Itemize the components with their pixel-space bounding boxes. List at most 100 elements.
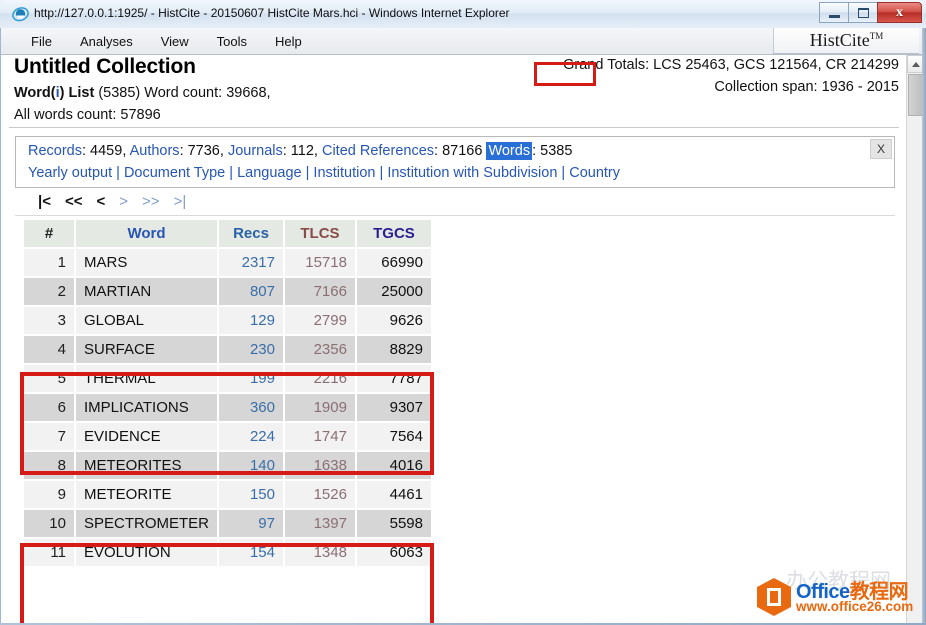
table-row[interactable]: 3 GLOBAL 129 2799 9626	[24, 307, 431, 334]
stat-records-link[interactable]: Records	[28, 143, 82, 159]
menu-bar: File Analyses View Tools Help HistCiteTM	[1, 28, 925, 55]
cell-tlcs: 1909	[284, 394, 355, 421]
stat-records-value: : 4459,	[82, 143, 130, 159]
word-list-prefix: Word(	[14, 85, 56, 101]
maximize-button[interactable]	[848, 2, 877, 23]
word-list-table: # Word Recs TLCS TGCS 1 MARS 2317 15718 6699…	[22, 218, 433, 568]
table-row[interactable]: 11 EVOLUTION 154 1348 6063	[24, 539, 431, 566]
link-institution-with-subdivision[interactable]: Institution with Subdivision	[387, 165, 557, 181]
cell-recs: 807	[219, 278, 283, 305]
cell-word[interactable]: GLOBAL	[75, 307, 217, 334]
grand-totals: Grand Totals: LCS 25463, GCS 121564, CR …	[563, 57, 899, 73]
histcite-brand-text: HistCiteTM	[810, 30, 884, 51]
stat-journals-value: : 112,	[282, 143, 322, 159]
sep-3: |	[301, 165, 314, 181]
cell-recs: 150	[219, 481, 283, 508]
word-list-table-container: # Word Recs TLCS TGCS 1 MARS 2317 15718 6699…	[22, 218, 433, 568]
page-title: Untitled Collection	[14, 55, 196, 78]
cell-index: 2	[24, 278, 74, 305]
menu-help[interactable]: Help	[261, 31, 316, 52]
column-header-tlcs[interactable]: TLCS	[284, 220, 355, 247]
stat-authors-link[interactable]: Authors	[130, 143, 180, 159]
column-header-index[interactable]: #	[24, 220, 74, 247]
cell-word[interactable]: METEORITES	[75, 452, 217, 479]
collection-span: Collection span: 1936 - 2015	[714, 79, 899, 95]
stat-journals-link[interactable]: Journals	[228, 143, 283, 159]
table-row[interactable]: 2 MARTIAN 807 7166 25000	[24, 278, 431, 305]
cell-tlcs: 1638	[284, 452, 355, 479]
table-row[interactable]: 5 THERMAL 199 2216 7787	[24, 365, 431, 392]
cell-word[interactable]: IMPLICATIONS	[75, 394, 217, 421]
table-body: 1 MARS 2317 15718 66990 2 MARTIAN 807 7166 25000 3…	[24, 249, 431, 566]
link-document-type[interactable]: Document Type	[124, 165, 225, 181]
cell-word[interactable]: MARTIAN	[75, 278, 217, 305]
word-list-line: Word(i) List (5385) Word count: 39668,	[14, 85, 271, 101]
pager-first-button[interactable]: |<	[31, 193, 58, 210]
cell-recs: 97	[219, 510, 283, 537]
annotation-box-words-stat	[534, 62, 596, 86]
watermark-url: www.office26.com	[796, 599, 914, 614]
cell-index: 4	[24, 336, 74, 363]
pager-next-button[interactable]: >	[112, 193, 135, 210]
menu-analyses[interactable]: Analyses	[66, 31, 147, 52]
column-header-tgcs[interactable]: TGCS	[356, 220, 431, 247]
cell-word[interactable]: EVIDENCE	[75, 423, 217, 450]
cell-word[interactable]: METEORITE	[75, 481, 217, 508]
column-header-recs[interactable]: Recs	[219, 220, 283, 247]
cell-index: 1	[24, 249, 74, 276]
histcite-trademark: TM	[869, 31, 884, 41]
stat-words-link[interactable]: Words	[486, 142, 533, 160]
watermark: 办公教程网 Office教程网 www.office26.com	[750, 569, 920, 621]
cell-word[interactable]: SURFACE	[75, 336, 217, 363]
link-language[interactable]: Language	[237, 165, 302, 181]
window-right-edge	[922, 28, 926, 625]
cell-word[interactable]: THERMAL	[75, 365, 217, 392]
table-head: # Word Recs TLCS TGCS	[24, 220, 431, 247]
cell-recs: 154	[219, 539, 283, 566]
pager-prev-button[interactable]: <	[90, 193, 113, 210]
close-window-button[interactable]: x	[877, 2, 922, 23]
sep-5: |	[557, 165, 570, 181]
table-row[interactable]: 10 SPECTROMETER 97 1397 5598	[24, 510, 431, 537]
cell-word[interactable]: EVOLUTION	[75, 539, 217, 566]
stat-cited-references-link[interactable]: Cited References	[322, 143, 434, 159]
cell-tlcs: 15718	[284, 249, 355, 276]
column-header-word[interactable]: Word	[75, 220, 217, 247]
close-icon: x	[896, 4, 903, 20]
chevron-up-icon	[912, 61, 920, 67]
pager-last-button[interactable]: >|	[167, 193, 194, 210]
office-logo-icon	[757, 578, 791, 616]
cell-recs: 129	[219, 307, 283, 334]
table-row[interactable]: 1 MARS 2317 15718 66990	[24, 249, 431, 276]
table-row[interactable]: 9 METEORITE 150 1526 4461	[24, 481, 431, 508]
table-row[interactable]: 7 EVIDENCE 224 1747 7564	[24, 423, 431, 450]
sep-4: |	[375, 165, 388, 181]
menu-file[interactable]: File	[17, 31, 66, 52]
cell-tlcs: 1348	[284, 539, 355, 566]
cell-tgcs: 9307	[356, 394, 431, 421]
link-yearly-output[interactable]: Yearly output	[28, 165, 112, 181]
menu-view[interactable]: View	[147, 31, 203, 52]
table-row[interactable]: 6 IMPLICATIONS 360 1909 9307	[24, 394, 431, 421]
link-country[interactable]: Country	[569, 165, 620, 181]
cell-index: 11	[24, 539, 74, 566]
link-institution[interactable]: Institution	[313, 165, 375, 181]
pager-prev-page-button[interactable]: <<	[58, 193, 90, 210]
sep-2: |	[225, 165, 238, 181]
cell-tlcs: 1397	[284, 510, 355, 537]
menu-tools[interactable]: Tools	[203, 31, 261, 52]
table-row[interactable]: 8 METEORITES 140 1638 4016	[24, 452, 431, 479]
header-divider	[9, 127, 899, 128]
table-row[interactable]: 4 SURFACE 230 2356 8829	[24, 336, 431, 363]
screenshot-root: http://127.0.0.1:1925/ - HistCite - 2015…	[0, 0, 926, 625]
cell-recs: 230	[219, 336, 283, 363]
cell-word[interactable]: SPECTROMETER	[75, 510, 217, 537]
minimize-button[interactable]	[819, 2, 848, 23]
cell-tlcs: 2216	[284, 365, 355, 392]
close-stats-panel-button[interactable]: X	[870, 139, 892, 159]
stats-counts-line: Records: 4459, Authors: 7736, Journals: …	[28, 142, 572, 160]
pager-next-page-button[interactable]: >>	[135, 193, 167, 210]
cell-tlcs: 2799	[284, 307, 355, 334]
pagination-controls: |< << < > >> >|	[31, 193, 193, 210]
cell-word[interactable]: MARS	[75, 249, 217, 276]
